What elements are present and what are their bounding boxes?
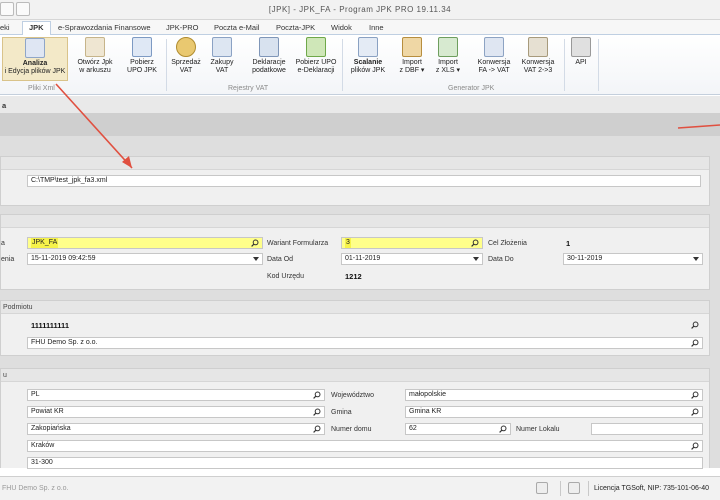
tab-poczta-email[interactable]: Poczta e-Mail (214, 22, 259, 35)
wojewodztwo-field[interactable]: małopolskie (405, 389, 703, 401)
search-icon[interactable] (691, 391, 699, 399)
otworz-jpk-button[interactable]: Otwórz Jpk w arkuszu (72, 37, 118, 75)
tab-jpk-pro[interactable]: JPK-PRO (166, 22, 199, 35)
pobierz-upo-edeklaracji-button[interactable]: Pobierz UPO e-Deklaracji (294, 37, 338, 75)
settings-icon[interactable] (568, 482, 580, 494)
search-icon[interactable] (499, 425, 507, 433)
tab-inne[interactable]: Inne (369, 22, 384, 35)
dropdown-arrow-icon[interactable] (253, 257, 259, 261)
podmiot-panel-title: Podmiotu (1, 301, 709, 314)
gmina-field[interactable]: Gmina KR (405, 406, 703, 418)
numer-lokalu-field[interactable] (591, 423, 703, 435)
file-panel-header (1, 157, 709, 170)
kraj-field[interactable]: PL (27, 389, 325, 401)
search-icon[interactable] (691, 408, 699, 416)
podmiot-panel: Podmiotu 1111111111 FHU Demo Sp. z o.o. (0, 300, 710, 356)
import-dbf-button[interactable]: Import z DBF ▾ (396, 37, 428, 75)
tab-e-sprawozdania[interactable]: e-Sprawozdania Finansowe (58, 22, 151, 35)
group-label-rejestry: Rejestry VAT (228, 85, 269, 92)
merge-document-icon (358, 37, 378, 57)
import-xls-button[interactable]: Import z XLS ▾ (432, 37, 464, 75)
kod-pocztowy-field[interactable]: 31-300 (27, 457, 703, 469)
search-icon[interactable] (471, 239, 479, 247)
status-license: Licencja TGSoft, NIP: 735-101-06-40 (594, 485, 710, 492)
document-tab-strip: a (0, 96, 720, 114)
coins-icon (176, 37, 196, 57)
search-icon[interactable] (691, 339, 699, 347)
status-bar: FHU Demo Sp. z o.o. Licencja TGSoft, NIP… (0, 476, 720, 500)
data-od-field[interactable]: 01-11-2019 (341, 253, 483, 265)
money-document-icon (212, 37, 232, 57)
powiat-field[interactable]: Powiat KR (27, 406, 325, 418)
main-content: a C:\TMP\test_jpk_fa3.xml a JPK_FA Waria… (0, 96, 720, 469)
search-icon[interactable] (313, 425, 321, 433)
group-label-generator: Generator JPK (448, 85, 495, 92)
deklaracje-button[interactable]: Deklaracje podatkowe (246, 37, 292, 75)
menu-bar: eki JPK e-Sprawozdania Finansowe JPK-PRO… (0, 20, 720, 36)
ulica-field[interactable]: Zakopiańska (27, 423, 325, 435)
dropdown-arrow-icon[interactable] (693, 257, 699, 261)
pobierz-upo-jpk-button[interactable]: Pobierz UPO JPK (122, 37, 162, 75)
section-header-bar (0, 114, 720, 136)
miejscowosc-field[interactable]: Kraków (27, 440, 703, 452)
data-wytworzenia-field[interactable]: 15-11-2019 09:42:59 (27, 253, 263, 265)
nazwa-firmy-field[interactable]: FHU Demo Sp. z o.o. (27, 337, 703, 349)
tab-widok[interactable]: Widok (331, 22, 352, 35)
stack-icon (259, 37, 279, 57)
zakupy-vat-button[interactable]: Zakupy VAT (206, 37, 238, 75)
info-icon[interactable] (536, 482, 548, 494)
search-icon[interactable] (313, 391, 321, 399)
analiza-button[interactable]: Analiza i Edycja plików JPK (2, 37, 68, 81)
import-xls-icon (438, 37, 458, 57)
data-do-field[interactable]: 30-11-2019 (563, 253, 703, 265)
search-icon[interactable] (691, 442, 699, 450)
api-button[interactable]: API (568, 37, 594, 67)
konwersja-vat-button[interactable]: Konwersja VAT 2->3 (516, 37, 560, 75)
question-document-icon (25, 38, 45, 58)
naglowek-panel: a JPK_FA Wariant Formularza 3 Cel Złożen… (0, 214, 710, 290)
adres-panel-title: u (1, 369, 709, 382)
search-icon[interactable] (691, 321, 699, 329)
scalanie-button[interactable]: Scalanie plików JPK (348, 37, 388, 75)
cel-zlozenia-value: 1 (566, 239, 571, 248)
search-icon[interactable] (251, 239, 259, 247)
dropdown-arrow-icon[interactable] (473, 257, 479, 261)
kod-formularza-field[interactable]: JPK_FA (27, 237, 263, 249)
group-label-pliki: Pliki Xml (28, 85, 55, 92)
convert-document-icon (484, 37, 504, 57)
import-dbf-icon (402, 37, 422, 57)
file-path-field[interactable]: C:\TMP\test_jpk_fa3.xml (27, 175, 701, 187)
konwersja-fa-vat-button[interactable]: Konwersja FA -> VAT (474, 37, 514, 75)
sprzedaz-vat-button[interactable]: Sprzedaż VAT (168, 37, 204, 75)
spreadsheet-icon (85, 37, 105, 57)
green-check-icon (306, 37, 326, 57)
status-company: FHU Demo Sp. z o.o. (2, 485, 69, 492)
tab-jpk[interactable]: JPK (22, 21, 51, 36)
kod-urzedu-value: 1212 (345, 272, 362, 281)
wariant-formularza-field[interactable]: 3 (341, 237, 483, 249)
tools-icon (571, 37, 591, 57)
checkbox-document-icon (132, 37, 152, 57)
tab-poczta-jpk[interactable]: Poczta-JPK (276, 22, 315, 35)
nip-field[interactable] (27, 319, 703, 331)
window-title: [JPK] - JPK_FA - Program JPK PRO 19.11.3… (268, 5, 452, 14)
ribbon: Analiza i Edycja plików JPK Otwórz Jpk w… (0, 35, 720, 95)
file-panel: C:\TMP\test_jpk_fa3.xml (0, 156, 710, 206)
convert-upload-icon (528, 37, 548, 57)
numer-domu-field[interactable]: 62 (405, 423, 511, 435)
adres-panel: u PL Województwo małopolskie Powiat KR G… (0, 368, 710, 469)
naglowek-panel-header (1, 215, 709, 228)
search-icon[interactable] (313, 408, 321, 416)
tab-eki[interactable]: eki (0, 22, 10, 35)
title-bar: [JPK] - JPK_FA - Program JPK PRO 19.11.3… (0, 0, 720, 20)
